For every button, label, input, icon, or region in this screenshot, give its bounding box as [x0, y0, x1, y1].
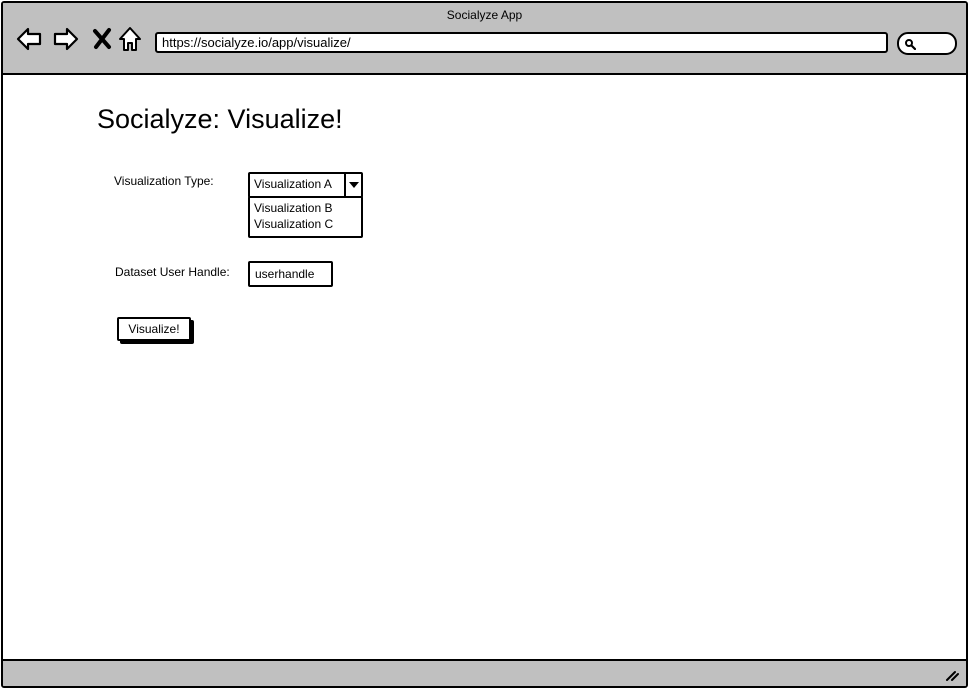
address-bar[interactable]: https://socialyze.io/app/visualize/ — [155, 32, 888, 53]
visualization-type-label: Visualization Type: — [114, 174, 214, 188]
option-visualization-c[interactable]: Visualization C — [254, 217, 333, 231]
dataset-handle-input[interactable]: userhandle — [248, 261, 333, 287]
visualize-button[interactable]: Visualize! — [117, 317, 191, 341]
status-bar — [3, 659, 966, 686]
visualization-type-selected: Visualization A — [254, 177, 332, 191]
back-arrow-icon[interactable] — [15, 25, 43, 53]
page-title: Socialyze: Visualize! — [97, 104, 343, 134]
visualization-type-options: Visualization B Visualization C — [248, 196, 363, 238]
chevron-down-icon — [349, 182, 359, 188]
close-icon[interactable] — [89, 25, 117, 53]
home-icon[interactable] — [116, 25, 144, 53]
option-visualization-b[interactable]: Visualization B — [254, 201, 333, 215]
resize-grip-icon[interactable] — [945, 669, 959, 681]
page-content: Socialyze: Visualize! Visualization Type… — [3, 75, 966, 659]
window-title: Socialyze App — [446, 8, 523, 22]
dropdown-toggle[interactable] — [344, 174, 363, 196]
title-bar: Socialyze App https://socialyze.io/app/v… — [3, 3, 966, 75]
browser-search-input[interactable] — [897, 32, 957, 55]
dataset-handle-label: Dataset User Handle: — [115, 265, 230, 279]
search-icon — [905, 39, 916, 50]
visualization-type-select[interactable]: Visualization A — [248, 172, 363, 198]
forward-arrow-icon[interactable] — [52, 25, 80, 53]
browser-window: Socialyze App https://socialyze.io/app/v… — [1, 1, 968, 688]
